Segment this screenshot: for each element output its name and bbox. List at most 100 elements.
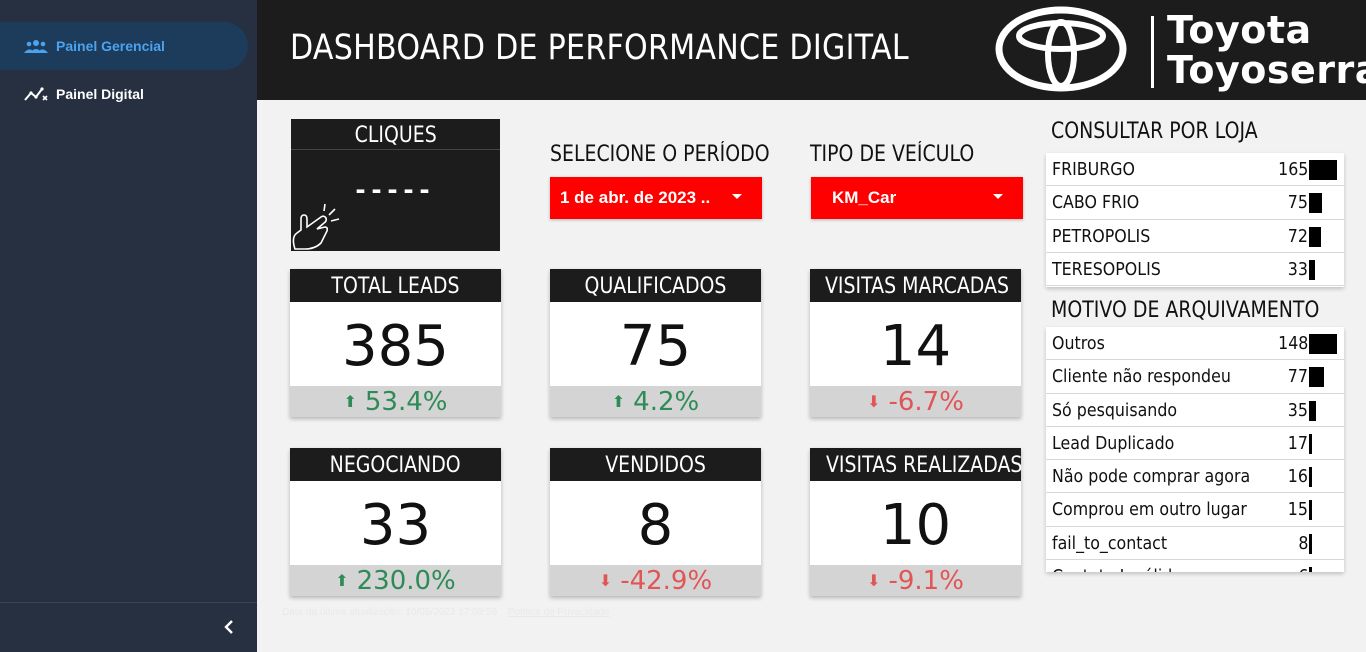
arrow-up-icon: ⬆ — [611, 392, 626, 411]
arrow-down-icon: ⬇ — [867, 392, 881, 411]
caret-down-icon — [732, 194, 742, 199]
page-title: DASHBOARD DE PERFORMANCE DIGITAL — [290, 28, 909, 68]
kpi-value: 10 — [879, 493, 952, 558]
row-bar — [1309, 533, 1312, 554]
privacy-policy-link[interactable]: Política de Privacidade — [508, 607, 610, 618]
sidebar-divider — [0, 602, 257, 603]
header: DASHBOARD DE PERFORMANCE DIGITAL Toyota … — [257, 0, 1366, 100]
row-value: 8 — [1297, 532, 1308, 554]
arquivamento-title: MOTIVO DE ARQUIVAMENTO — [1051, 298, 1320, 323]
row-value: 33 — [1287, 258, 1308, 280]
row-value: 165 — [1277, 159, 1308, 180]
row-bar — [1309, 193, 1322, 214]
kpi-title: VISITAS REALIZADAS — [810, 448, 1022, 481]
kpi-delta-value: -9.1% — [888, 566, 964, 596]
kpi-delta-value: 53.4% — [364, 387, 448, 417]
sidebar: Painel Gerencial Painel Digital — [0, 0, 257, 652]
kpi-value: 385 — [342, 314, 449, 379]
sidebar-item-label: Painel Gerencial — [56, 38, 165, 54]
row-bar — [1309, 226, 1321, 247]
row-value: 148 — [1277, 333, 1308, 354]
table-row[interactable]: FRIBURGO 165 — [1046, 153, 1344, 187]
lojas-title: CONSULTAR POR LOJA — [1051, 119, 1258, 144]
row-label: Contato Inválido — [1052, 566, 1182, 572]
last-update-text: Data da última atualização: 10/05/2023 1… — [282, 607, 498, 618]
row-value: 6 — [1298, 566, 1308, 572]
chevron-left-icon — [223, 619, 235, 639]
table-row[interactable]: TERESOPOLIS 33 — [1046, 253, 1344, 287]
kpi-card-visitas-realizadas: VISITAS REALIZADAS 10 ⬇ -9.1% — [810, 448, 1022, 596]
kpi-card-qualificados: QUALIFICADOS 75 ⬆ 4.2% — [550, 269, 761, 417]
kpi-value: 75 — [619, 314, 692, 379]
row-value: 16 — [1287, 466, 1308, 488]
kpi-delta: ⬇ -6.7% — [810, 386, 1021, 417]
row-value: 77 — [1287, 366, 1308, 388]
table-row[interactable]: fail_to_contact 8 — [1046, 527, 1344, 561]
row-bar — [1309, 500, 1312, 521]
table-row[interactable]: Não pode comprar agora 16 — [1046, 460, 1344, 494]
period-filter-label: SELECIONE O PERÍODO — [550, 142, 770, 167]
arrow-down-icon: ⬇ — [867, 571, 881, 590]
row-bar — [1309, 334, 1337, 354]
sidebar-item-painel-gerencial[interactable]: Painel Gerencial — [0, 22, 248, 70]
table-row[interactable]: Comprou em outro lugar 15 — [1046, 493, 1344, 527]
kpi-title: VENDIDOS — [550, 448, 761, 481]
kpi-card-negociando: NEGOCIANDO 33 ⬆ 230.0% — [290, 448, 501, 596]
footer-note: Data da última atualização: 10/05/2023 1… — [282, 607, 610, 618]
kpi-delta-value: 4.2% — [633, 387, 700, 417]
vehicle-type-dropdown[interactable]: KM_Car — [811, 177, 1023, 219]
kpi-delta-value: -42.9% — [620, 566, 713, 596]
table-row[interactable]: Outros 148 — [1046, 327, 1344, 361]
row-label: PETROPOLIS — [1052, 225, 1151, 247]
cliques-card[interactable]: CLIQUES ----- — [291, 119, 500, 251]
row-bar — [1309, 259, 1315, 280]
row-value: 72 — [1287, 225, 1308, 247]
kpi-card-visitas-marcadas: VISITAS MARCADAS 14 ⬇ -6.7% — [810, 269, 1021, 417]
kpi-card-vendidos: VENDIDOS 8 ⬇ -42.9% — [550, 448, 761, 596]
arrow-up-icon: ⬆ — [343, 392, 357, 411]
row-label: Só pesquisando — [1052, 399, 1178, 421]
arrow-down-icon: ⬇ — [598, 571, 613, 590]
kpi-title: NEGOCIANDO — [290, 448, 501, 481]
trend-line-icon — [24, 86, 48, 102]
sidebar-item-painel-digital[interactable]: Painel Digital — [0, 70, 248, 118]
table-row[interactable]: PETROPOLIS 72 — [1046, 220, 1344, 253]
sidebar-item-label: Painel Digital — [56, 86, 144, 102]
row-bar — [1309, 400, 1316, 421]
brand-line-2: Toyoserra — [1167, 48, 1366, 92]
collapse-sidebar-button[interactable] — [216, 616, 242, 642]
hand-click-icon — [291, 203, 347, 256]
kpi-card-total-leads: TOTAL LEADS 385 ⬆ 53.4% — [290, 269, 501, 417]
row-label: CABO FRIO — [1052, 192, 1140, 214]
row-label: Outros — [1052, 333, 1105, 354]
kpi-value: 14 — [879, 314, 952, 379]
row-bar — [1309, 160, 1337, 180]
kpi-value: 33 — [359, 493, 432, 558]
kpi-delta-value: 230.0% — [356, 566, 456, 596]
row-label: FRIBURGO — [1052, 159, 1136, 180]
table-row[interactable]: Lead Duplicado 17 — [1046, 427, 1344, 461]
kpi-delta: ⬆ 4.2% — [550, 386, 761, 417]
table-row[interactable]: Cliente não respondeu 77 — [1046, 360, 1344, 394]
row-label: Lead Duplicado — [1052, 432, 1175, 454]
row-bar — [1309, 567, 1312, 572]
kpi-delta: ⬇ -42.9% — [550, 565, 761, 596]
kpi-delta-value: -6.7% — [888, 387, 964, 417]
people-group-icon — [24, 38, 48, 54]
period-dropdown-value: 1 de abr. de 2023 ... — [560, 188, 710, 207]
table-row[interactable]: Contato Inválido 6 — [1046, 560, 1344, 572]
kpi-title: QUALIFICADOS — [550, 269, 761, 302]
cliques-value: ----- — [355, 173, 436, 206]
toyota-logo-icon — [995, 6, 1127, 97]
table-row[interactable]: Só pesquisando 35 — [1046, 394, 1344, 427]
row-label: Não pode comprar agora — [1052, 466, 1251, 488]
logo-divider — [1151, 16, 1154, 88]
caret-down-icon — [993, 194, 1003, 199]
lojas-table: FRIBURGO 165 CABO FRIO 75 PETROPOLIS 72 TERESO… — [1046, 153, 1344, 287]
kpi-delta: ⬆ 230.0% — [290, 565, 501, 596]
table-row[interactable]: CABO FRIO 75 — [1046, 186, 1344, 220]
row-bar — [1309, 433, 1312, 454]
kpi-title: TOTAL LEADS — [290, 269, 501, 302]
period-dropdown[interactable]: 1 de abr. de 2023 ... — [550, 177, 762, 219]
row-label: Cliente não respondeu — [1052, 366, 1231, 388]
